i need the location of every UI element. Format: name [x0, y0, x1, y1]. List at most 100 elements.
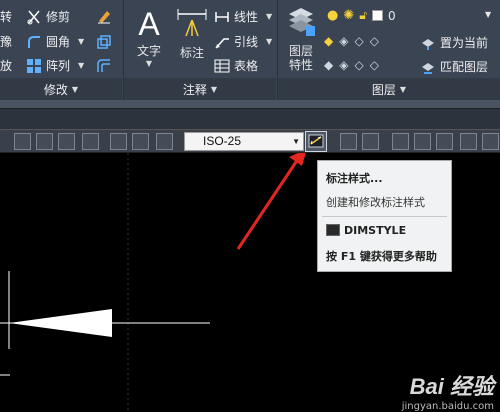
toolbar-gap — [0, 109, 500, 129]
dimension-button[interactable]: 标注 — [173, 6, 211, 61]
ribbon: 转 修剪 豫 圆角 ▼ 放 阵列 ▼ 修改 ▼ A 文字 ▼ 标注 线性 ▼ 引… — [0, 0, 500, 100]
layer-thaw-icon[interactable]: ◇ — [354, 58, 363, 72]
sun-icon: ✺ — [343, 8, 355, 23]
ordinate-dimension-icon[interactable] — [14, 133, 31, 150]
leader-dropdown-icon[interactable]: ▼ — [266, 37, 272, 46]
set-current-label: 置为当前 — [440, 36, 489, 50]
set-current-layer-button[interactable]: 置为当前 — [420, 34, 488, 51]
continue-dimension-icon[interactable] — [362, 133, 379, 150]
leader-button[interactable]: 引线 ▼ — [214, 33, 272, 50]
tolerance-icon[interactable] — [58, 133, 75, 150]
layer-lock-icon[interactable]: ◇ — [370, 34, 379, 48]
linear-dropdown-icon[interactable]: ▼ — [266, 12, 272, 21]
break-dimension-icon[interactable] — [482, 133, 499, 150]
annotation-panel-title[interactable]: 注释 ▼ — [124, 78, 276, 100]
layer-tools-row-2: ◆ ◈ ◇ ◇ — [324, 58, 379, 72]
layer-properties-label: 图层 特性 — [288, 44, 313, 72]
leader-icon — [215, 37, 229, 48]
watermark-url: jingyan.baidu.com — [401, 401, 494, 412]
tooltip-help: 按 F1 键获得更多帮助 — [326, 250, 437, 263]
layer-unlock-icon[interactable]: ◇ — [370, 58, 379, 72]
trim-icon — [27, 10, 40, 24]
center-mark-icon[interactable] — [436, 133, 453, 150]
copy-icon[interactable] — [96, 34, 112, 50]
table-label: 表格 — [234, 59, 259, 73]
jogged-linear-icon[interactable] — [82, 133, 99, 150]
red-pointer-arrow — [236, 158, 300, 250]
fillet-button[interactable]: 圆角 ▼ — [26, 33, 84, 50]
layers-panel-dropdown-icon[interactable]: ▼ — [400, 85, 406, 94]
rotate-label: 转 — [0, 10, 13, 24]
current-layer-value: 0 — [388, 8, 396, 23]
layer-isolate-icon[interactable]: ◈ — [339, 34, 348, 48]
set-current-icon — [422, 38, 434, 50]
layer-freeze-icon[interactable]: ◇ — [354, 34, 363, 48]
move-button[interactable]: 豫 — [0, 33, 12, 50]
layer-dropdown-arrow-icon[interactable]: ▼ — [485, 10, 491, 19]
array-button[interactable]: 阵列 ▼ — [26, 57, 84, 74]
dimension-style-select[interactable]: ISO-25 ▼ — [184, 132, 304, 151]
layer-properties-icon — [289, 8, 315, 36]
quick-leader-icon[interactable] — [340, 133, 357, 150]
erase-icon[interactable] — [96, 8, 112, 24]
scale-label: 放 — [0, 59, 13, 73]
dimension-label: 标注 — [179, 46, 204, 60]
tooltip-command: DIMSTYLE — [344, 224, 407, 237]
dimension-text-edit-icon[interactable] — [132, 133, 149, 150]
lightbulb-icon: ● — [327, 8, 339, 23]
array-icon — [27, 58, 41, 73]
tooltip-description: 创建和修改标注样式 — [326, 196, 425, 209]
radius-dimension-icon[interactable] — [36, 133, 53, 150]
dimension-update-icon[interactable] — [156, 133, 173, 150]
dimension-style-tooltip: 标注样式... 创建和修改标注样式 DIMSTYLE 按 F1 键获得更多帮助 — [317, 160, 452, 272]
dimension-style-value: ISO-25 — [203, 134, 242, 148]
annotation-panel-dropdown-icon[interactable]: ▼ — [211, 85, 217, 94]
fillet-label: 圆角 — [46, 35, 71, 49]
array-dropdown-icon[interactable]: ▼ — [78, 61, 84, 70]
chevron-down-icon: ▼ — [292, 137, 300, 146]
match-layer-icon — [422, 62, 434, 74]
text-icon: A — [138, 6, 160, 42]
ribbon-bottom-edge — [0, 100, 500, 108]
angular-dimension-icon[interactable] — [460, 133, 477, 150]
red-arrowhead-shape — [289, 153, 306, 166]
watermark-brand: Bai 经验 — [409, 374, 494, 399]
aligned-dimension-icon[interactable] — [392, 133, 409, 150]
scale-button[interactable]: 放 — [0, 57, 12, 74]
layer-properties-button[interactable]: 图层 特性 — [284, 4, 318, 72]
linear-label: 线性 — [234, 10, 259, 24]
arc-length-dimension-icon[interactable] — [414, 133, 431, 150]
baidu-watermark: Bai 经验 jingyan.baidu.com — [402, 369, 494, 412]
layer-on-icon[interactable]: ◆ — [324, 58, 333, 72]
layer-dropdown[interactable]: ● ✺ 🔓︎ 0 — [327, 8, 396, 23]
linear-dimension-icon — [215, 11, 229, 22]
dimension-edit-icon[interactable] — [110, 133, 127, 150]
rotate-button[interactable]: 转 — [0, 8, 12, 25]
modify-panel-title[interactable]: 修改 ▼ — [0, 78, 122, 100]
dimstyle-command-icon — [326, 224, 340, 236]
layer-unisolate-icon[interactable]: ◈ — [339, 58, 348, 72]
arrowhead-shape — [9, 309, 112, 337]
trim-button[interactable]: 修剪 — [26, 8, 70, 25]
table-button[interactable]: 表格 — [214, 57, 258, 74]
tooltip-divider — [322, 216, 447, 217]
dimension-icon — [177, 9, 207, 37]
layers-panel-title[interactable]: 图层 ▼ — [278, 78, 500, 100]
text-button[interactable]: A 文字 ▼ — [132, 6, 166, 68]
move-label: 豫 — [0, 35, 13, 49]
leader-label: 引线 — [234, 35, 259, 49]
lock-icon: 🔓︎ — [359, 8, 368, 22]
layer-tools-row-1: ◆ ◈ ◇ ◇ — [324, 34, 379, 48]
layer-color-swatch — [372, 10, 384, 21]
table-icon — [214, 59, 230, 72]
offset-icon[interactable] — [96, 58, 112, 74]
dimension-style-button[interactable] — [305, 131, 327, 152]
text-label: 文字 — [136, 44, 161, 58]
match-layer-button[interactable]: 匹配图层 — [420, 58, 488, 75]
linear-dimension-button[interactable]: 线性 ▼ — [214, 8, 272, 25]
modify-panel-dropdown-icon[interactable]: ▼ — [72, 85, 78, 94]
fillet-dropdown-icon[interactable]: ▼ — [78, 37, 84, 46]
layer-off-icon[interactable]: ◆ — [324, 34, 333, 48]
text-dropdown-icon[interactable]: ▼ — [132, 59, 166, 68]
array-label: 阵列 — [46, 59, 71, 73]
